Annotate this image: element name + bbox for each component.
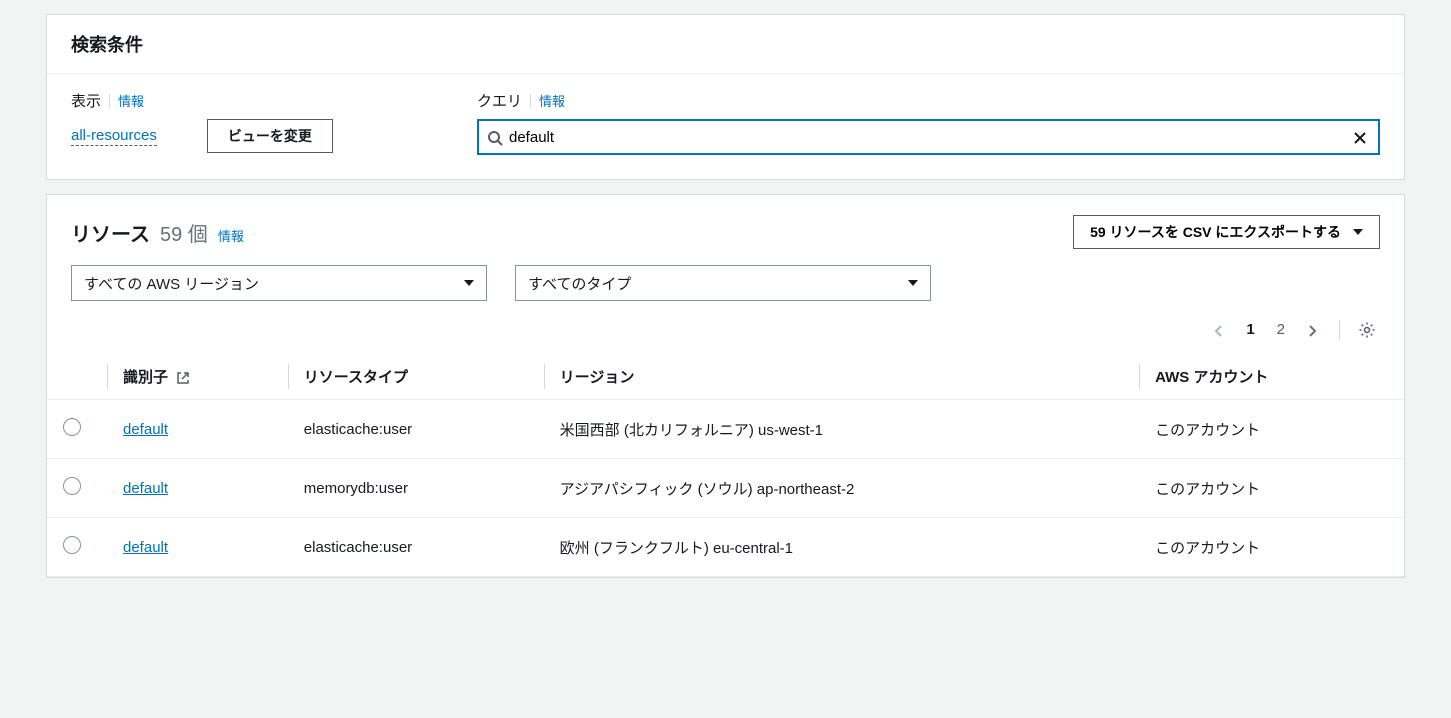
resource-id-link[interactable]: default	[123, 421, 168, 438]
resource-region-cell: 欧州 (フランクフルト) eu-central-1	[544, 518, 1139, 577]
resource-region-cell: アジアパシフィック (ソウル) ap-northeast-2	[544, 459, 1139, 518]
resources-table: 識別子 リソースタイプ リージョン AWS アカウント default elas…	[47, 354, 1404, 577]
view-link[interactable]: all-resources	[71, 127, 157, 146]
resources-panel: リソース 59 個 情報 59 リソースを CSV にエクスポートする すべての…	[46, 194, 1405, 578]
resource-region-cell: 米国西部 (北カリフォルニア) us-west-1	[544, 400, 1139, 459]
region-column-header[interactable]: リージョン	[544, 354, 1139, 400]
id-column-header[interactable]: 識別子	[107, 354, 288, 400]
export-csv-label: 59 リソースを CSV にエクスポートする	[1090, 222, 1341, 242]
resource-type-cell: elasticache:user	[288, 518, 544, 577]
divider	[530, 94, 531, 108]
search-criteria-title: 検索条件	[71, 31, 1380, 57]
query-input-wrap[interactable]	[477, 119, 1380, 155]
resources-title: リソース	[71, 218, 150, 247]
export-csv-button[interactable]: 59 リソースを CSV にエクスポートする	[1073, 215, 1380, 249]
resources-count: 59 個	[160, 218, 208, 247]
page-1-button[interactable]: 1	[1238, 315, 1262, 344]
row-select-radio[interactable]	[63, 418, 81, 436]
row-select-radio[interactable]	[63, 536, 81, 554]
table-row: default elasticache:user 欧州 (フランクフルト) eu…	[47, 518, 1404, 577]
resource-id-link[interactable]: default	[123, 480, 168, 497]
resource-account-cell: このアカウント	[1139, 459, 1404, 518]
view-label: 表示	[71, 90, 101, 111]
resources-tbody: default elasticache:user 米国西部 (北カリフォルニア)…	[47, 400, 1404, 577]
select-column-header	[47, 354, 107, 400]
chevron-down-icon	[908, 280, 918, 286]
row-select-radio[interactable]	[63, 477, 81, 495]
divider	[109, 94, 110, 108]
chevron-down-icon	[1353, 229, 1363, 235]
settings-button[interactable]	[1354, 316, 1380, 342]
query-info-link[interactable]: 情報	[539, 91, 565, 110]
search-criteria-panel: 検索条件 表示 情報 all-resources ビューを変更 クエリ 情報	[46, 14, 1405, 180]
view-info-link[interactable]: 情報	[118, 91, 144, 110]
search-criteria-body: 表示 情報 all-resources ビューを変更 クエリ 情報	[47, 74, 1404, 179]
chevron-down-icon	[464, 280, 474, 286]
change-view-button[interactable]: ビューを変更	[207, 119, 333, 153]
table-row: default elasticache:user 米国西部 (北カリフォルニア)…	[47, 400, 1404, 459]
prev-page-button[interactable]	[1206, 317, 1232, 341]
query-label: クエリ	[477, 90, 522, 111]
region-filter-label: すべての AWS リージョン	[84, 273, 259, 294]
region-filter-select[interactable]: すべての AWS リージョン	[71, 265, 487, 301]
pagination: 1 2	[47, 305, 1404, 354]
search-icon	[487, 128, 503, 145]
resource-id-link[interactable]: default	[123, 539, 168, 556]
resource-account-cell: このアカウント	[1139, 518, 1404, 577]
resources-info-link[interactable]: 情報	[218, 226, 244, 245]
type-filter-select[interactable]: すべてのタイプ	[515, 265, 931, 301]
account-column-header[interactable]: AWS アカウント	[1139, 354, 1404, 400]
resource-type-cell: elasticache:user	[288, 400, 544, 459]
page-2-button[interactable]: 2	[1269, 315, 1293, 344]
resource-type-cell: memorydb:user	[288, 459, 544, 518]
table-row: default memorydb:user アジアパシフィック (ソウル) ap…	[47, 459, 1404, 518]
search-criteria-header: 検索条件	[47, 15, 1404, 74]
next-page-button[interactable]	[1299, 317, 1325, 341]
type-column-header[interactable]: リソースタイプ	[288, 354, 544, 400]
type-filter-label: すべてのタイプ	[528, 273, 631, 294]
external-link-icon	[176, 369, 190, 386]
query-input[interactable]	[509, 121, 1350, 153]
divider	[1339, 320, 1340, 340]
resource-account-cell: このアカウント	[1139, 400, 1404, 459]
clear-query-button[interactable]	[1350, 127, 1370, 148]
